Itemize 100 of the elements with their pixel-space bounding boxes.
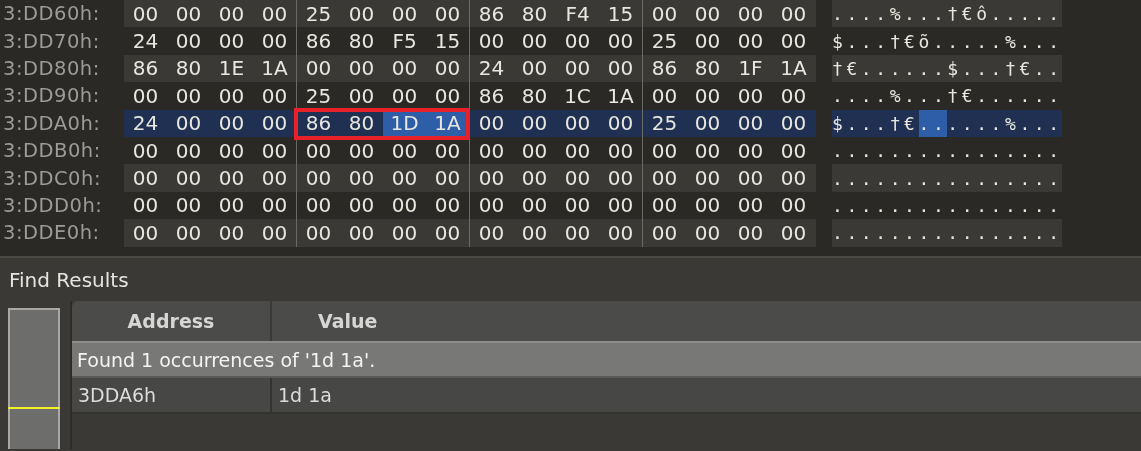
hex-byte[interactable]: 00 <box>256 2 293 25</box>
hex-byte[interactable]: 1A <box>602 84 639 107</box>
hex-byte[interactable]: 00 <box>602 194 639 217</box>
hex-byte[interactable]: 00 <box>646 2 683 25</box>
ascii-text[interactable]: ................ <box>832 191 1063 220</box>
hex-byte[interactable]: 00 <box>300 139 337 162</box>
hex-byte[interactable]: 15 <box>602 2 639 25</box>
hex-byte[interactable]: 00 <box>300 221 337 244</box>
hex-byte[interactable]: 00 <box>516 57 553 80</box>
hex-byte[interactable]: 00 <box>689 2 726 25</box>
hex-byte[interactable]: 00 <box>213 194 250 217</box>
hex-byte[interactable]: 00 <box>127 167 164 190</box>
hex-byte[interactable]: 00 <box>559 167 596 190</box>
ascii-text[interactable]: ................ <box>832 136 1063 165</box>
hex-byte[interactable]: 24 <box>473 57 510 80</box>
hex-byte[interactable]: 00 <box>386 194 423 217</box>
hex-byte[interactable]: 00 <box>473 167 510 190</box>
hex-byte[interactable]: 00 <box>516 112 553 135</box>
hex-byte[interactable]: 00 <box>559 194 596 217</box>
hex-byte[interactable]: 00 <box>646 139 683 162</box>
hex-byte[interactable]: 25 <box>300 2 337 25</box>
hex-byte[interactable]: 00 <box>732 167 769 190</box>
ascii-text[interactable]: .. <box>918 109 948 137</box>
hex-byte[interactable]: 00 <box>343 2 380 25</box>
hex-byte[interactable]: 00 <box>170 30 207 53</box>
hex-byte[interactable]: 1A <box>256 57 293 80</box>
hex-byte[interactable]: 00 <box>256 139 293 162</box>
hex-byte[interactable]: 1E <box>213 57 250 80</box>
hex-byte[interactable]: 00 <box>602 57 639 80</box>
hex-byte[interactable]: 00 <box>689 112 726 135</box>
hex-byte[interactable]: 1F <box>732 57 769 80</box>
hex-byte[interactable]: 1C <box>559 84 596 107</box>
ascii-text[interactable]: ................ <box>832 219 1063 247</box>
hex-byte[interactable]: 00 <box>343 221 380 244</box>
hex-byte[interactable]: 25 <box>646 112 683 135</box>
hex-byte[interactable]: 00 <box>775 139 812 162</box>
hex-byte[interactable]: 00 <box>213 139 250 162</box>
hex-byte[interactable]: 00 <box>473 112 510 135</box>
hex-byte[interactable]: 00 <box>689 30 726 53</box>
hex-byte[interactable]: 00 <box>429 57 466 80</box>
hex-byte[interactable]: 00 <box>473 194 510 217</box>
hex-byte[interactable]: 00 <box>775 30 812 53</box>
hex-byte[interactable]: 00 <box>386 84 423 107</box>
hex-byte[interactable]: 00 <box>127 139 164 162</box>
hex-byte[interactable]: 00 <box>602 139 639 162</box>
hex-byte[interactable]: 00 <box>213 30 250 53</box>
hex-byte[interactable]: 00 <box>775 221 812 244</box>
hex-byte[interactable]: 00 <box>170 221 207 244</box>
hex-byte[interactable]: 00 <box>473 139 510 162</box>
hex-byte[interactable]: 86 <box>127 57 164 80</box>
ascii-text[interactable]: ................ <box>832 164 1063 192</box>
hex-byte[interactable]: 00 <box>256 84 293 107</box>
hex-byte[interactable]: 1A <box>429 112 466 135</box>
hex-byte[interactable]: 00 <box>256 112 293 135</box>
hex-byte[interactable]: 00 <box>646 221 683 244</box>
hex-byte[interactable]: 24 <box>127 112 164 135</box>
hex-byte[interactable]: 00 <box>473 221 510 244</box>
hex-byte[interactable]: 00 <box>386 2 423 25</box>
hex-byte[interactable]: 00 <box>429 167 466 190</box>
hex-byte[interactable]: 00 <box>386 221 423 244</box>
hex-byte[interactable]: 25 <box>300 84 337 107</box>
hex-byte[interactable]: 00 <box>689 139 726 162</box>
hex-byte[interactable]: 00 <box>127 84 164 107</box>
hex-byte[interactable]: 00 <box>429 2 466 25</box>
ascii-text[interactable]: †€......$...†€.. <box>832 54 1063 83</box>
hex-byte[interactable]: 80 <box>170 57 207 80</box>
hex-byte[interactable]: 00 <box>429 221 466 244</box>
hex-byte[interactable]: 00 <box>386 57 423 80</box>
hex-byte[interactable]: 00 <box>602 112 639 135</box>
hex-byte[interactable]: 00 <box>689 194 726 217</box>
hex-byte[interactable]: 00 <box>516 194 553 217</box>
hex-byte[interactable]: F4 <box>559 2 596 25</box>
hex-byte[interactable]: 00 <box>213 112 250 135</box>
hex-byte[interactable]: 00 <box>127 221 164 244</box>
hex-byte[interactable]: 00 <box>559 112 596 135</box>
hex-byte[interactable]: 00 <box>602 30 639 53</box>
hex-byte[interactable]: 00 <box>689 84 726 107</box>
hex-byte[interactable]: 00 <box>429 194 466 217</box>
hex-byte[interactable]: 00 <box>775 112 812 135</box>
hex-byte[interactable]: 1A <box>775 57 812 80</box>
hex-byte[interactable]: 00 <box>559 30 596 53</box>
column-header[interactable]: Value <box>272 301 378 341</box>
hex-byte[interactable]: 00 <box>170 2 207 25</box>
hex-byte[interactable]: 00 <box>343 57 380 80</box>
address-cell[interactable]: 3DDA6h <box>72 378 272 412</box>
hex-byte[interactable]: 86 <box>300 112 337 135</box>
hex-byte[interactable]: 00 <box>732 30 769 53</box>
hex-byte[interactable]: 00 <box>213 84 250 107</box>
hex-byte[interactable]: 00 <box>775 194 812 217</box>
ascii-text[interactable]: ....%...†€ô..... <box>832 0 1063 28</box>
hex-byte[interactable]: 00 <box>473 30 510 53</box>
hex-byte[interactable]: 00 <box>646 84 683 107</box>
hex-byte[interactable]: 86 <box>300 30 337 53</box>
hex-byte[interactable]: 00 <box>343 194 380 217</box>
hex-byte[interactable]: 00 <box>429 139 466 162</box>
hex-byte[interactable]: 80 <box>689 57 726 80</box>
hex-byte[interactable]: 00 <box>732 139 769 162</box>
hex-byte[interactable]: 00 <box>559 139 596 162</box>
ascii-text[interactable]: $...†€ <box>832 109 919 137</box>
ascii-text[interactable]: ....%... <box>947 109 1063 137</box>
